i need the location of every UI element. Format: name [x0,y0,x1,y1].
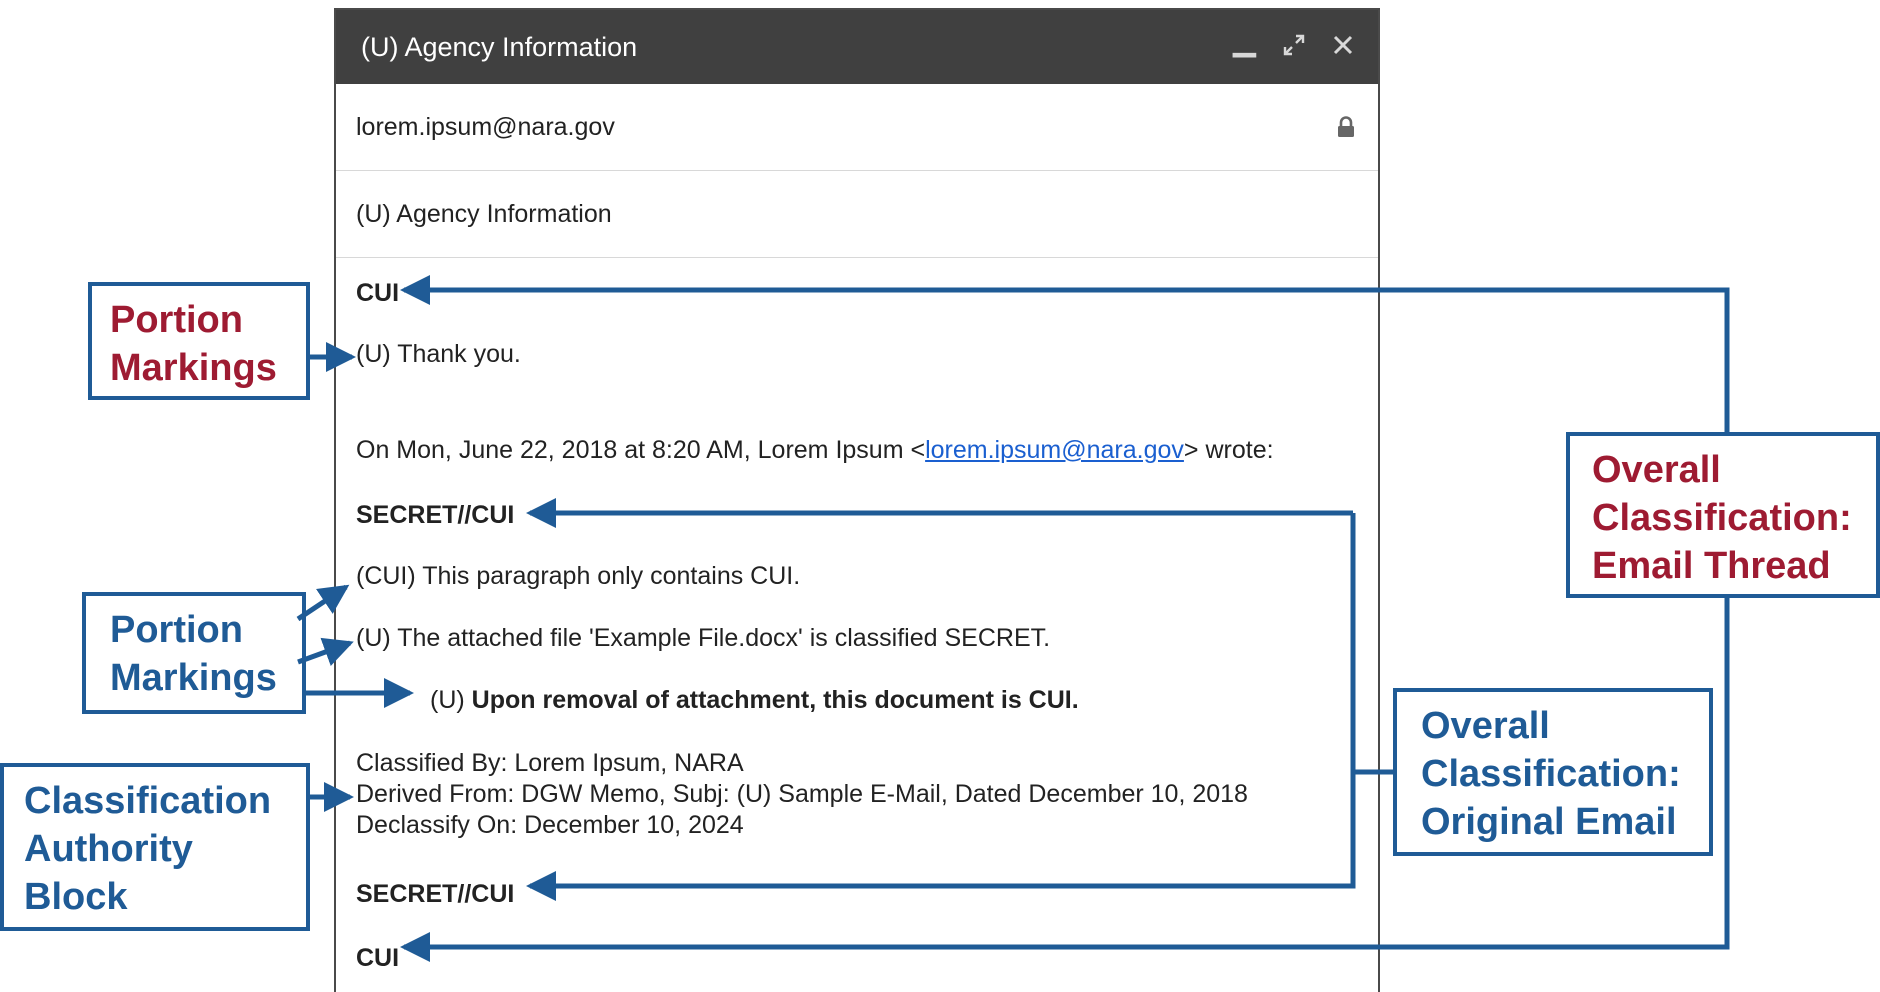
callout-line: Markings [110,657,277,699]
quote-header-suffix: > wrote: [1183,436,1274,464]
callout-line: Portion [110,609,243,651]
quote-email-link[interactable]: lorem.ipsum@nara.gov [925,436,1184,464]
email-compose-window: (U) Agency Information ▁ lorem.ipsum@nar… [334,8,1380,992]
paragraph-cui: (CUI) This paragraph only contains CUI. [356,562,801,590]
to-field[interactable]: lorem.ipsum@nara.gov [336,84,1378,171]
subject-field-value: (U) Agency Information [356,199,612,228]
callout-portion-markings-bottom: Portion Markings [82,592,306,714]
expand-icon[interactable] [1282,33,1306,62]
callout-line: Portion [110,299,243,341]
callout-line: Block [24,876,128,918]
reply-text: (U) Thank you. [356,340,521,368]
minimize-icon[interactable]: ▁ [1233,26,1256,56]
declassify-on: Declassify On: December 10, 2024 [356,811,744,839]
subject-field[interactable]: (U) Agency Information [336,171,1378,258]
window-titlebar: (U) Agency Information ▁ [336,10,1378,84]
to-field-value: lorem.ipsum@nara.gov [356,112,615,141]
callout-overall-original-email: Overall Classification: Original Email [1393,688,1713,856]
callout-line: Classification [24,780,272,822]
callout-line: Classification: [1592,497,1852,539]
callout-line: Email Thread [1592,545,1831,587]
removal-statement: (U) Upon removal of attachment, this doc… [430,686,1079,715]
thread-bottom-marking: CUI [356,944,400,972]
callout-line: Overall [1421,705,1550,747]
close-icon[interactable] [1332,33,1354,61]
removal-text: Upon removal of attachment, this documen… [471,686,1079,714]
window-title: (U) Agency Information [361,31,638,62]
derived-from: Derived From: DGW Memo, Subj: (U) Sample… [356,780,1248,808]
paragraph-attached: (U) The attached file 'Example File.docx… [356,624,1051,652]
callout-line: Classification: [1421,753,1681,795]
callout-line: Authority [24,828,193,870]
thread-top-marking: CUI [356,279,400,307]
callout-line: Original Email [1421,801,1677,843]
email-body[interactable]: CUI (U) Thank you. On Mon, June 22, 2018… [336,258,1378,992]
removal-portion-mark: (U) [430,686,472,714]
callout-line: Markings [110,347,277,389]
original-top-marking: SECRET//CUI [356,501,515,529]
original-bottom-marking: SECRET//CUI [356,880,515,908]
lock-icon [1336,116,1356,138]
classified-by: Classified By: Lorem Ipsum, NARA [356,749,744,777]
callout-line: Overall [1592,449,1721,491]
quote-header: On Mon, June 22, 2018 at 8:20 AM, Lorem … [356,436,1274,465]
window-controls: ▁ [1233,26,1354,62]
callout-portion-markings-top: Portion Markings [88,282,310,400]
callout-overall-email-thread: Overall Classification: Email Thread [1566,432,1880,598]
quote-header-prefix: On Mon, June 22, 2018 at 8:20 AM, Lorem … [356,436,926,464]
callout-classification-authority: Classification Authority Block [0,763,310,931]
